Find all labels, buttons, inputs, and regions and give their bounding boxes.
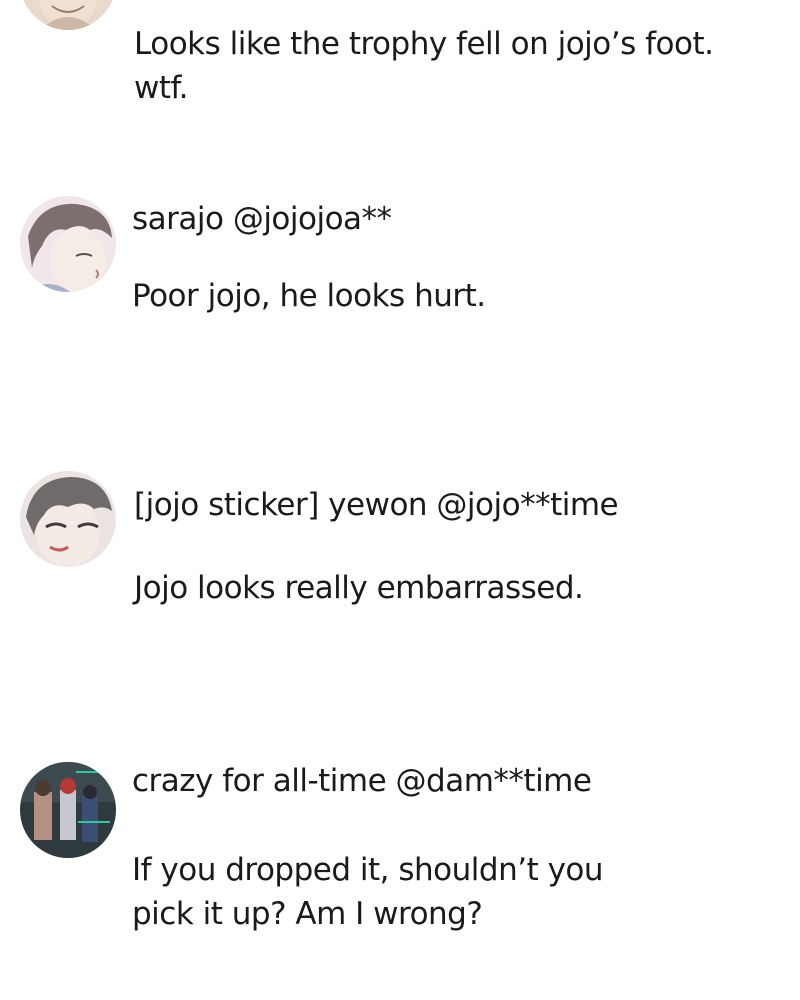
avatar-icon[interactable]	[20, 0, 116, 30]
comment-item: crazy for all-time @dam**time If you dro…	[0, 756, 800, 956]
comment-body: Looks like the trophy fell on jojo’s foo…	[134, 26, 714, 106]
comment-body: Poor jojo, he looks hurt.	[132, 278, 486, 314]
comment-item: [jojo sticker] yewon @jojo**time Jojo lo…	[0, 468, 800, 608]
comment-item: sarajo @jojojoa** Poor jojo, he looks hu…	[0, 190, 800, 330]
avatar-icon[interactable]	[20, 471, 116, 567]
comment-item: Looks like the trophy fell on jojo’s foo…	[0, 0, 800, 130]
comment-body: Jojo looks really embarrassed.	[134, 570, 584, 606]
comment-username[interactable]: sarajo @jojojoa**	[132, 204, 392, 235]
avatar-icon[interactable]	[20, 762, 116, 858]
comment-username[interactable]: crazy for all-time @dam**time	[132, 766, 592, 797]
comment-body: If you dropped it, shouldn’t you pick it…	[132, 852, 604, 932]
comment-username[interactable]: [jojo sticker] yewon @jojo**time	[134, 490, 619, 521]
avatar-icon[interactable]	[20, 196, 116, 292]
